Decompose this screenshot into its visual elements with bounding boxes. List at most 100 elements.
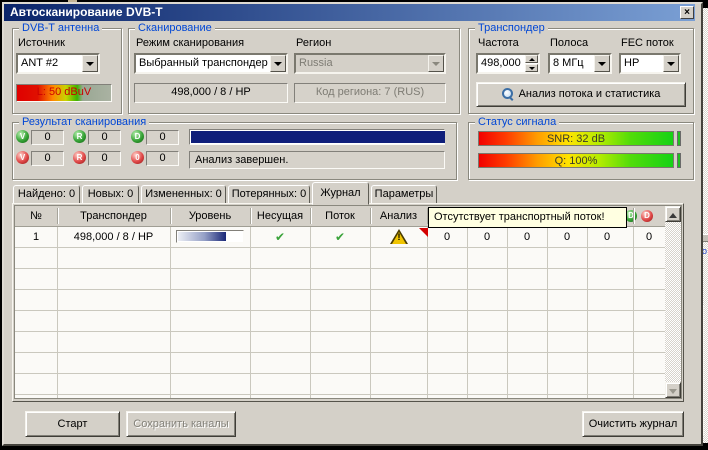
header-separator	[370, 208, 371, 224]
clear-journal-button-label: Очистить журнал	[589, 418, 678, 430]
scan-progress-bar	[189, 129, 445, 145]
region-label: Регион	[296, 37, 331, 49]
tooltip-pointer	[419, 228, 428, 237]
tv-lost-icon: V	[16, 151, 29, 164]
scroll-down-button[interactable]	[665, 382, 681, 398]
save-channels-button: Сохранить каналы	[126, 411, 236, 437]
row1-warning-icon: !	[390, 229, 408, 244]
scan-mode-label: Режим сканирования	[136, 37, 244, 49]
signal-level-text: L: 50 dBuV	[37, 86, 91, 98]
warning-exclamation: !	[390, 232, 408, 242]
source-select[interactable]: ANT #2	[16, 53, 100, 74]
chevron-down-icon	[667, 62, 675, 70]
frequency-spinbox[interactable]: 498,000	[476, 53, 540, 74]
table-scrollbar[interactable]	[665, 206, 681, 398]
frequency-value: 498,000	[481, 56, 524, 70]
tab-parameters[interactable]: Параметры	[371, 185, 437, 204]
antenna-group-title: DVB-T антенна	[19, 22, 102, 35]
signal-level-meter: L: 50 dBuV	[16, 84, 112, 102]
grid-vline	[507, 227, 508, 398]
frequency-up-button[interactable]	[525, 55, 538, 63]
column-header-data-lost-icon: D	[641, 210, 653, 222]
bandwidth-dropdown-button[interactable]	[594, 55, 610, 72]
data-found-count: 0	[146, 130, 179, 145]
snr-bar: SNR: 32 dB	[478, 131, 674, 146]
scroll-up-button[interactable]	[665, 206, 681, 222]
data-lost-icon: 0	[131, 151, 144, 164]
frequency-down-button[interactable]	[525, 64, 538, 72]
header-separator	[310, 208, 311, 224]
clear-journal-button[interactable]: Очистить журнал	[582, 411, 684, 437]
scan-status-text: Анализ завершен.	[195, 154, 288, 166]
header-separator	[250, 208, 251, 224]
data-lost-count: 0	[146, 151, 179, 166]
tab-lost[interactable]: Потерянных: 0	[228, 185, 310, 204]
fec-label: FEC поток	[621, 37, 674, 49]
chevron-down-icon	[432, 62, 440, 70]
region-dropdown-button	[428, 55, 444, 72]
data-found-icon: D	[131, 130, 144, 143]
row1-transponder[interactable]: 498,000 / 8 / HP	[58, 228, 169, 246]
column-header-analysis: Анализ	[370, 206, 427, 226]
fec-dropdown-button[interactable]	[663, 55, 679, 72]
scroll-down-icon	[669, 389, 677, 398]
tab-new[interactable]: Новых: 0	[82, 185, 139, 204]
tab-changed[interactable]: Измененных: 0	[141, 185, 226, 204]
grid-vline	[310, 227, 311, 398]
tv-found-count: 0	[31, 130, 64, 145]
grid-vline	[587, 227, 588, 398]
row1-num[interactable]: 1	[16, 228, 56, 246]
close-button[interactable]: ×	[680, 6, 694, 19]
scan-mode-select[interactable]: Выбранный транспондер	[134, 53, 288, 74]
scan-mode-dropdown-button[interactable]	[270, 55, 286, 72]
window-title: Автосканирование DVB-T	[10, 5, 163, 19]
header-separator	[57, 208, 58, 224]
tv-lost-count: 0	[31, 151, 64, 166]
row1-counter-radio-lost: 0	[548, 228, 586, 246]
grid-vline	[370, 227, 371, 398]
column-header-level: Уровень	[170, 206, 250, 226]
grid-vline	[250, 227, 251, 398]
fec-select[interactable]: HP	[619, 53, 681, 74]
header-separator	[170, 208, 171, 224]
row1-level-bar	[176, 230, 244, 243]
chevron-down-icon	[529, 67, 535, 73]
scroll-up-icon	[669, 209, 677, 218]
grid-vline	[427, 227, 428, 398]
radio-found-icon: R	[73, 130, 86, 143]
scan-status-box: Анализ завершен.	[189, 151, 445, 169]
bandwidth-select[interactable]: 8 МГц	[548, 53, 612, 74]
title-bar[interactable]: Автосканирование DVB-T	[4, 4, 695, 21]
source-label: Источник	[18, 37, 65, 49]
column-header-stream: Поток	[310, 206, 370, 226]
tooltip-text: Отсутствует транспортный поток!	[434, 211, 605, 223]
grid-vline	[633, 227, 634, 398]
chevron-down-icon	[86, 62, 94, 70]
radio-lost-count: 0	[88, 151, 121, 166]
frequency-label: Частота	[478, 37, 519, 49]
start-button[interactable]: Старт	[25, 411, 120, 437]
column-header-transponder: Транспондер	[57, 206, 170, 226]
scan-group-title: Сканирование	[135, 22, 215, 35]
chevron-down-icon	[598, 62, 606, 70]
grid-rows	[15, 227, 665, 398]
row1-counter-data-found: 0	[588, 228, 626, 246]
analyze-stream-button[interactable]: Анализ потока и статистика	[476, 82, 686, 107]
analyze-stream-label: Анализ потока и статистика	[519, 88, 661, 100]
magnifier-icon	[502, 88, 513, 99]
transponder-info-box: 498,000 / 8 / HP	[134, 83, 288, 103]
snr-bar-end-marker	[677, 131, 681, 146]
quality-text: Q: 100%	[555, 155, 598, 167]
fec-value: HP	[624, 56, 662, 70]
tab-journal[interactable]: Журнал	[312, 182, 369, 205]
row1-counter-tv-lost: 0	[468, 228, 506, 246]
tab-found[interactable]: Найдено: 0	[13, 185, 80, 204]
save-channels-button-label: Сохранить каналы	[133, 418, 228, 430]
row1-counter-data-lost: 0	[634, 228, 664, 246]
radio-lost-icon: R	[73, 151, 86, 164]
transponder-group-title: Транспондер	[475, 22, 548, 35]
source-dropdown-button[interactable]	[82, 55, 98, 72]
transponder-info-text: 498,000 / 8 / HP	[171, 86, 251, 98]
chevron-down-icon	[274, 62, 282, 70]
source-value: ANT #2	[21, 56, 81, 70]
